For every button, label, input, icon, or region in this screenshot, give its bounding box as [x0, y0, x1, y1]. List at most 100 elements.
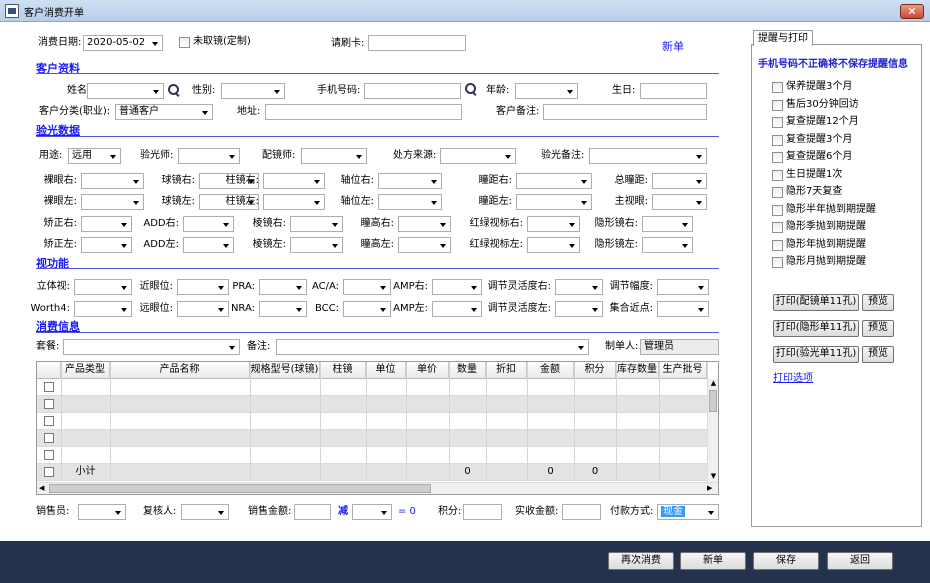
- payment-select[interactable]: 现金: [657, 504, 719, 520]
- new-order-button[interactable]: 新单: [680, 552, 746, 570]
- save-button[interactable]: 保存: [753, 552, 819, 570]
- repeat-order-button[interactable]: 再次消费: [608, 552, 674, 570]
- card-input[interactable]: [368, 35, 466, 51]
- gender-select[interactable]: [221, 83, 285, 99]
- row-checkbox[interactable]: [44, 416, 54, 426]
- vision-select[interactable]: [343, 301, 391, 317]
- scroll-left-icon[interactable]: ◀: [39, 483, 48, 494]
- reminder-checkbox[interactable]: [772, 187, 783, 198]
- row-checkbox[interactable]: [44, 450, 54, 460]
- opt-select[interactable]: [642, 216, 693, 232]
- scroll-up-icon[interactable]: ▲: [709, 379, 718, 388]
- sales-amount-input[interactable]: [294, 504, 331, 520]
- opt-select[interactable]: [378, 173, 442, 189]
- opt-select[interactable]: [263, 173, 325, 189]
- back-button[interactable]: 返回: [827, 552, 893, 570]
- table-row[interactable]: [37, 396, 707, 413]
- table-row[interactable]: [37, 430, 707, 447]
- scroll-down-icon[interactable]: ▼: [709, 472, 718, 481]
- vision-select[interactable]: [555, 279, 603, 295]
- name-select[interactable]: [87, 83, 164, 99]
- reminder-checkbox[interactable]: [772, 134, 783, 146]
- salesperson-select[interactable]: [78, 504, 126, 520]
- opt-select[interactable]: [183, 237, 234, 253]
- reviewer-select[interactable]: [181, 504, 229, 520]
- grid-horizontal-scrollbar[interactable]: ◀ ▶: [37, 482, 718, 494]
- vision-select[interactable]: [432, 301, 482, 317]
- package-select[interactable]: [63, 339, 240, 355]
- preview-button[interactable]: 预览: [862, 320, 894, 337]
- vision-select[interactable]: [555, 301, 603, 317]
- table-row[interactable]: [37, 379, 707, 396]
- vision-select[interactable]: [74, 279, 132, 295]
- received-input[interactable]: [562, 504, 601, 520]
- tab-reminder-print[interactable]: 提醒与打印: [753, 30, 813, 46]
- vision-select[interactable]: [74, 301, 132, 317]
- opt-note-select[interactable]: [589, 148, 707, 164]
- reminder-checkbox[interactable]: [772, 204, 783, 216]
- phone-input[interactable]: [364, 83, 461, 99]
- reminder-checkbox[interactable]: [772, 99, 783, 111]
- opt-select[interactable]: [81, 216, 132, 232]
- reminder-checkbox[interactable]: [772, 169, 783, 181]
- vision-select[interactable]: [432, 279, 482, 295]
- row-checkbox[interactable]: [44, 399, 54, 409]
- category-select[interactable]: 普通客户: [115, 104, 213, 120]
- vision-select[interactable]: [177, 301, 229, 317]
- opt-select[interactable]: [290, 216, 343, 232]
- opt-select[interactable]: [81, 173, 144, 189]
- consumption-note-select[interactable]: [276, 339, 589, 355]
- grid-vertical-scrollbar[interactable]: ▲ ▼: [707, 379, 718, 482]
- no-glasses-checkbox[interactable]: [179, 37, 190, 48]
- vision-select[interactable]: [657, 301, 709, 317]
- grid-hscroll-thumb[interactable]: [49, 484, 431, 493]
- row-checkbox[interactable]: [44, 382, 54, 392]
- vision-select[interactable]: [177, 279, 229, 295]
- birthday-input[interactable]: [640, 83, 707, 99]
- opt-select[interactable]: [81, 194, 144, 210]
- discount-select[interactable]: [352, 504, 392, 520]
- table-row[interactable]: [37, 413, 707, 430]
- use-select[interactable]: 远用: [68, 148, 121, 164]
- vision-select[interactable]: [343, 279, 391, 295]
- age-select[interactable]: [515, 83, 578, 99]
- row-checkbox[interactable]: [44, 433, 54, 443]
- scroll-right-icon[interactable]: ▶: [707, 483, 716, 494]
- phone-search-icon[interactable]: [465, 83, 477, 95]
- reminder-checkbox[interactable]: [772, 239, 783, 251]
- vision-select[interactable]: [657, 279, 709, 295]
- fitter-select[interactable]: [301, 148, 367, 164]
- opt-select[interactable]: [81, 237, 132, 253]
- address-input[interactable]: [265, 104, 462, 120]
- reminder-checkbox[interactable]: [772, 82, 783, 93]
- close-button[interactable]: ✕: [900, 4, 924, 19]
- new-order-link[interactable]: 新单: [662, 38, 684, 54]
- opt-select[interactable]: [642, 237, 693, 253]
- preview-button[interactable]: 预览: [862, 294, 894, 311]
- opt-select[interactable]: [398, 216, 451, 232]
- reminder-checkbox[interactable]: [772, 257, 783, 268]
- optometrist-select[interactable]: [178, 148, 240, 164]
- row-checkbox[interactable]: [44, 467, 54, 477]
- prescription-select[interactable]: [440, 148, 516, 164]
- reminder-checkbox[interactable]: [772, 152, 783, 163]
- opt-select[interactable]: [516, 173, 592, 189]
- preview-button[interactable]: 预览: [862, 346, 894, 363]
- opt-select[interactable]: [263, 194, 325, 210]
- opt-select[interactable]: [398, 237, 451, 253]
- customer-note-input[interactable]: [543, 104, 707, 120]
- reminder-checkbox[interactable]: [772, 117, 783, 128]
- vision-select[interactable]: [259, 279, 307, 295]
- date-picker[interactable]: 2020-05-02: [83, 35, 163, 51]
- opt-select[interactable]: [183, 216, 234, 232]
- search-icon[interactable]: [168, 84, 180, 96]
- print-button[interactable]: 打印(隐形单11孔): [773, 320, 859, 337]
- product-grid[interactable]: 产品类型 产品名称 规格型号(球镜) 柱镜 单位 单价 数量 折扣 金额 积分 库存数量 生产批号 小计…: [36, 361, 719, 495]
- opt-select[interactable]: [516, 194, 592, 210]
- vision-select[interactable]: [259, 301, 307, 317]
- grid-vscroll-thumb[interactable]: [709, 390, 717, 412]
- print-button[interactable]: 打印(验光单11孔): [773, 346, 859, 363]
- table-row[interactable]: [37, 447, 707, 464]
- print-options-link[interactable]: 打印选项: [773, 369, 813, 384]
- opt-select[interactable]: [290, 237, 343, 253]
